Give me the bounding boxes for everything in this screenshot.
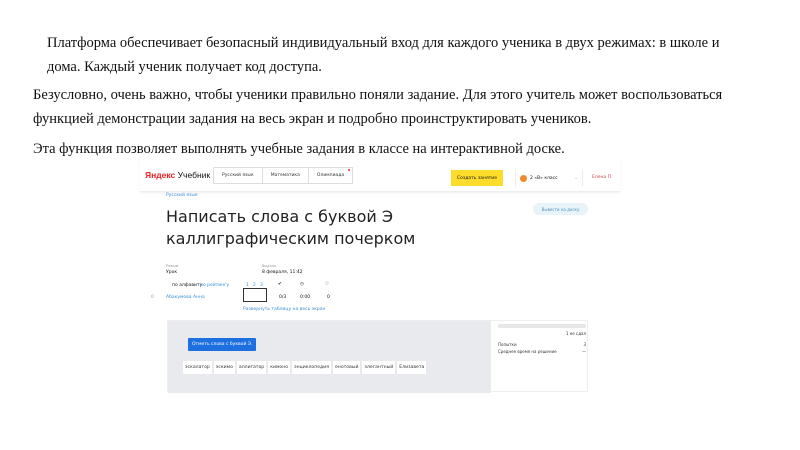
tab-math[interactable]: Математика — [263, 168, 309, 183]
avg-time-value: — — [582, 349, 586, 354]
attempts-value: 3 — [583, 342, 586, 347]
word-option[interactable]: кимоно — [268, 361, 291, 374]
check-icon: ✔ — [278, 282, 282, 287]
heart-icon: ♡ — [325, 282, 330, 287]
word-option[interactable]: Елизавета — [397, 361, 427, 374]
word-options: эскалатор эскимо аллигатор кимоно энцикл… — [183, 361, 427, 374]
word-option[interactable]: элегантный — [362, 361, 396, 374]
user-name[interactable]: Елена П. — [592, 175, 612, 180]
word-option[interactable]: эскимо — [213, 361, 235, 374]
sort-alpha[interactable]: по алфавиту — [172, 283, 202, 288]
sort-rating[interactable]: по рейтингу — [200, 283, 229, 288]
result-cell[interactable] — [243, 288, 267, 302]
class-badge — [520, 174, 527, 182]
logo[interactable]: Яндекс Учебник — [145, 170, 210, 180]
paragraph-2: Безусловно, очень важно, чтобы ученики п… — [33, 87, 723, 127]
tab-russian[interactable]: Русский язык — [214, 168, 263, 183]
paragraph-1: Платформа обеспечивает безопасный индиви… — [47, 35, 720, 75]
word-option[interactable]: енотовый — [332, 361, 361, 374]
subject-tabs: Русский язык Математика Олимпиада — [213, 167, 354, 184]
app-header: Яндекс Учебник Русский язык Математика О… — [140, 160, 620, 192]
student-name[interactable]: Абакумова Анна — [166, 295, 205, 300]
student-hearts: 0 — [327, 295, 330, 300]
word-option[interactable]: эскалатор — [183, 361, 212, 374]
breadcrumb[interactable]: Русский язык — [166, 193, 198, 198]
student-time: 0:00 — [300, 295, 311, 300]
show-on-board-button[interactable]: Вывести на доску — [533, 203, 588, 215]
attempts-label: Попытки — [498, 342, 517, 347]
not-done-count: 1 не сдал — [565, 331, 586, 336]
progress-bar — [498, 324, 586, 328]
chevron-down-icon: ⌄ — [574, 175, 578, 181]
expand-table-link[interactable]: Развернуть таблицу на весь экран — [243, 307, 325, 312]
instruction-bubble: Отметь слова с буквой Э. — [188, 338, 257, 351]
row-index: 0 — [151, 295, 154, 300]
mode-label: Режим — [166, 264, 179, 268]
issued-label: Выдано — [262, 264, 277, 268]
student-score: 0/3 — [279, 295, 287, 300]
page-title: Написать слова с буквой Э каллиграфическ… — [166, 207, 416, 248]
mode-value: Урок — [166, 270, 178, 275]
task-preview: Отметь слова с буквой Э. эскалатор эским… — [167, 320, 588, 393]
app-screenshot: Яндекс Учебник Русский язык Математика О… — [140, 160, 620, 395]
notification-dot — [348, 169, 351, 171]
word-option[interactable]: аллигатор — [236, 361, 267, 374]
task-area: Отметь слова с буквой Э. эскалатор эским… — [168, 321, 491, 393]
clock-icon: ◷ — [300, 282, 304, 287]
class-select[interactable]: 2 «В» класс ⌄ — [515, 169, 583, 187]
paragraph-3: Эта функция позволяет выполнять учебные … — [33, 141, 565, 157]
tab-olympiad[interactable]: Олимпиада — [309, 168, 352, 183]
word-option[interactable]: энциклопедия — [292, 361, 331, 374]
avg-time-label: Среднее время на решение — [498, 349, 557, 354]
stats-panel: 1 не сдал Попытки 3 Среднее время на реше… — [498, 324, 586, 354]
create-lesson-button[interactable]: Создать занятие — [451, 170, 503, 186]
issued-value: 8 февраля, 11:42 — [262, 270, 303, 275]
